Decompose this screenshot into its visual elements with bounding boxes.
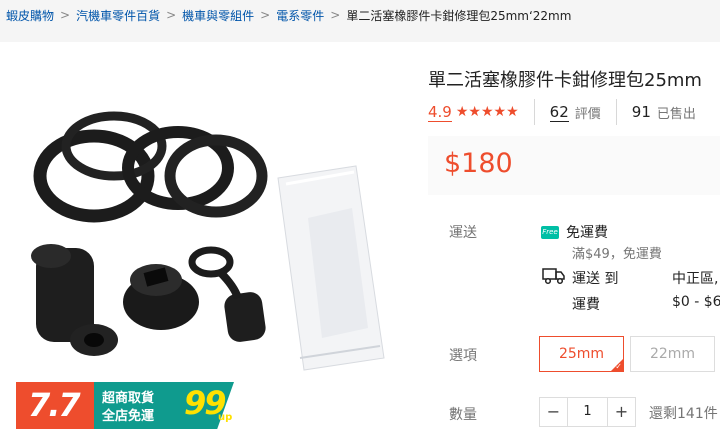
promo-date: 7.7 xyxy=(28,386,81,424)
breadcrumb-link-home[interactable]: 蝦皮購物 xyxy=(6,7,54,24)
check-icon: ✓ xyxy=(615,362,622,371)
caliper-kit-photo xyxy=(31,111,385,371)
truck-icon xyxy=(542,268,565,285)
review-count[interactable]: 62 xyxy=(549,103,569,122)
option-label: 22mm xyxy=(649,346,696,362)
quantity-label: 數量 xyxy=(449,407,477,423)
price-box: $180 xyxy=(428,136,720,195)
promo-line1: 超商取貨 xyxy=(102,391,155,406)
breadcrumb: 蝦皮購物 > 汽機車零件百貨 > 機車與零組件 > 電系零件 > 單二活塞橡膠件… xyxy=(6,6,571,24)
stock-remaining: 還剩141件 xyxy=(649,406,718,422)
shipping-fee-label: 運費 xyxy=(572,297,600,313)
breadcrumb-current: 單二活塞橡膠件卡鉗修理包25mm‘22mm xyxy=(346,8,572,23)
option-25mm-button[interactable]: 25mm ✓ xyxy=(539,336,624,372)
free-shipping-condition: 滿$49，免運費 xyxy=(572,247,662,262)
product-title: 單二活塞橡膠件卡鉗修理包25mm xyxy=(428,70,702,91)
star-icon: ★ xyxy=(493,104,507,120)
grease-packet-shape xyxy=(277,165,385,371)
promo-suffix: up xyxy=(218,412,233,423)
shipping-fee-value: $0 - $60 xyxy=(672,294,720,310)
free-shipping-icon: Free xyxy=(541,226,559,239)
shipping-label: 運送 xyxy=(449,225,477,241)
option-22mm-button[interactable]: 22mm xyxy=(630,336,715,372)
promo-line2: 全店免運 xyxy=(102,409,155,424)
quantity-minus-button[interactable]: − xyxy=(540,398,567,426)
breadcrumb-separator: > xyxy=(260,8,271,22)
rating-row: 4.9 ★ ★ ★ ★ ★ 62 評價 91 已售出 xyxy=(428,99,696,125)
promo-banner[interactable]: 7.7 超商取貨 全店免運 99 up xyxy=(16,382,234,429)
breadcrumb-link-motorcycle[interactable]: 機車與零組件 xyxy=(182,7,254,24)
product-image[interactable] xyxy=(16,58,392,382)
free-shipping-text: 免運費 xyxy=(566,225,608,241)
breadcrumb-link-auto-parts[interactable]: 汽機車零件百貨 xyxy=(76,7,160,24)
review-label: 評價 xyxy=(574,106,601,122)
product-price: $180 xyxy=(444,148,513,179)
rating-stars: ★ ★ ★ ★ ★ xyxy=(456,105,519,119)
quantity-input[interactable]: 1 xyxy=(567,398,608,426)
quantity-stepper: − 1 + xyxy=(539,397,636,427)
divider xyxy=(615,99,617,125)
star-icon: ★ xyxy=(455,104,469,120)
quantity-plus-button[interactable]: + xyxy=(608,398,635,426)
divider xyxy=(533,99,535,125)
star-icon: ★ xyxy=(468,104,481,120)
rubber-cap-shape xyxy=(188,246,266,342)
breadcrumb-separator: > xyxy=(166,8,177,22)
breadcrumb-link-electrical[interactable]: 電系零件 xyxy=(276,7,324,24)
options-label: 選項 xyxy=(449,348,477,364)
star-icon: ★ xyxy=(506,104,519,120)
option-label: 25mm xyxy=(558,346,605,362)
breadcrumb-separator: > xyxy=(330,8,341,22)
rating-score[interactable]: 4.9 xyxy=(428,103,452,122)
star-icon: ★ xyxy=(480,104,494,120)
dust-boot-shape xyxy=(123,264,199,330)
bleeder-boot-shape xyxy=(31,244,118,356)
ship-to-location[interactable]: 中正區, xyxy=(672,268,718,288)
sold-count: 91 xyxy=(631,103,651,121)
ship-to-label: 運送 到 xyxy=(572,271,619,287)
breadcrumb-separator: > xyxy=(60,8,71,22)
sold-label: 已售出 xyxy=(656,106,696,122)
